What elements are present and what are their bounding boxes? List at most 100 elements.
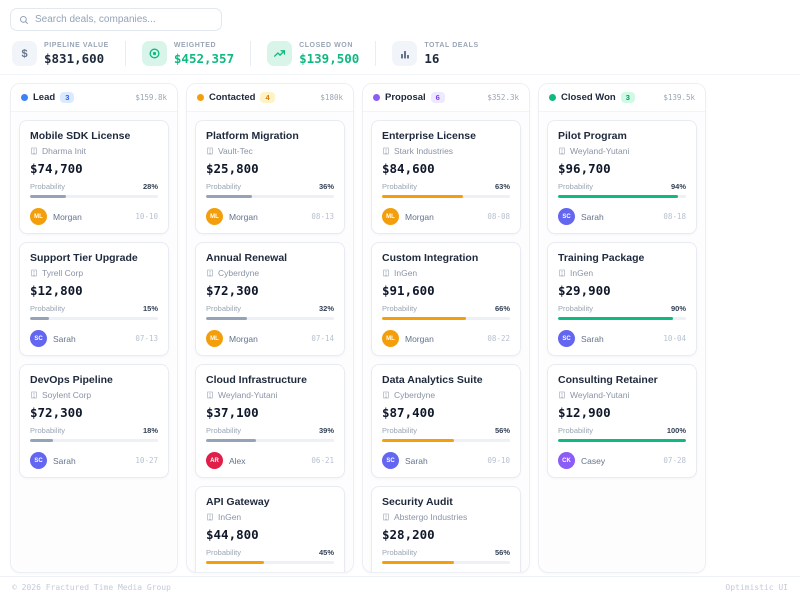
pipeline-column: Contacted 4 $180k Platform Migration Vau… [186, 83, 354, 573]
column-header: Closed Won 3 $139.5k [539, 84, 705, 112]
deal-card[interactable]: Platform Migration Vault-Tec $25,800 Pro… [195, 120, 345, 234]
card-footer: SC Sarah 10-27 [30, 452, 158, 469]
probability-percent: 66% [495, 304, 510, 313]
deal-company: Weyland-Yutani [218, 390, 277, 400]
deal-title: Security Audit [382, 496, 510, 508]
card-footer: SC Sarah 10-04 [558, 330, 686, 347]
pipeline-column: Lead 3 $159.8k Mobile SDK License Dharma… [10, 83, 178, 573]
deal-card[interactable]: Enterprise License Stark Industries $84,… [371, 120, 521, 234]
deal-title: Platform Migration [206, 130, 334, 142]
probability-row: Probability 56% [382, 548, 510, 557]
probability-bar-fill [382, 317, 466, 320]
deal-amount: $12,800 [30, 283, 158, 298]
card-footer: ML Morgan 08-13 [206, 208, 334, 225]
deal-card[interactable]: API Gateway InGen $44,800 Probability 45… [195, 486, 345, 572]
deal-amount: $91,600 [382, 283, 510, 298]
probability-bar-track [206, 439, 334, 442]
probability-bar-track [206, 195, 334, 198]
deal-title: Enterprise License [382, 130, 510, 142]
stat-label: CLOSED WON [299, 42, 359, 49]
search-input[interactable] [35, 14, 213, 25]
probability-bar-track [206, 561, 334, 564]
deal-title: API Gateway [206, 496, 334, 508]
building-icon [382, 391, 390, 399]
probability-percent: 56% [495, 426, 510, 435]
search-box[interactable] [10, 8, 222, 31]
deal-amount: $84,600 [382, 161, 510, 176]
target-icon [142, 41, 167, 66]
building-icon [382, 513, 390, 521]
trend-up-icon [267, 41, 292, 66]
avatar: ML [382, 208, 399, 225]
probability-label: Probability [382, 426, 417, 435]
deal-amount: $12,900 [558, 405, 686, 420]
avatar: CK [558, 452, 575, 469]
topbar [0, 0, 800, 35]
column-total: $180k [320, 93, 343, 102]
deal-owner: Sarah [405, 456, 428, 466]
deal-title: Annual Renewal [206, 252, 334, 264]
deal-card[interactable]: Consulting Retainer Weyland-Yutani $12,9… [547, 364, 697, 478]
probability-bar-fill [206, 561, 264, 564]
avatar: ML [382, 330, 399, 347]
card-footer: ML Morgan 07-14 [206, 330, 334, 347]
deal-card[interactable]: Security Audit Abstergo Industries $28,2… [371, 486, 521, 572]
deal-card[interactable]: DevOps Pipeline Soylent Corp $72,300 Pro… [19, 364, 169, 478]
pipeline-column: Closed Won 3 $139.5k Pilot Program Weyla… [538, 83, 706, 573]
deal-card[interactable]: Custom Integration InGen $91,600 Probabi… [371, 242, 521, 356]
deal-card[interactable]: Mobile SDK License Dharma Init $74,700 P… [19, 120, 169, 234]
avatar: SC [30, 330, 47, 347]
probability-percent: 15% [143, 304, 158, 313]
deal-company: Cyberdyne [394, 390, 435, 400]
deal-amount: $72,300 [30, 405, 158, 420]
probability-label: Probability [30, 304, 65, 313]
deal-title: Support Tier Upgrade [30, 252, 158, 264]
probability-label: Probability [558, 426, 593, 435]
deal-date: 06-21 [311, 456, 334, 465]
deal-title: Data Analytics Suite [382, 374, 510, 386]
deal-card[interactable]: Support Tier Upgrade Tyrell Corp $12,800… [19, 242, 169, 356]
building-icon [558, 269, 566, 277]
column-status-dot [197, 94, 204, 101]
column-count-badge: 3 [60, 92, 74, 103]
probability-percent: 100% [667, 426, 686, 435]
building-icon [206, 269, 214, 277]
deal-amount: $72,300 [206, 283, 334, 298]
probability-label: Probability [30, 426, 65, 435]
probability-bar-fill [558, 439, 686, 442]
probability-bar-fill [382, 561, 454, 564]
deal-card[interactable]: Training Package InGen $29,900 Probabili… [547, 242, 697, 356]
card-footer: CK Casey 07-28 [558, 452, 686, 469]
deal-amount: $74,700 [30, 161, 158, 176]
probability-label: Probability [30, 182, 65, 191]
stats-bar: $ PIPELINE VALUE $831,600 WEIGHTED $452,… [0, 35, 800, 75]
probability-percent: 28% [143, 182, 158, 191]
probability-percent: 36% [319, 182, 334, 191]
company-row: InGen [382, 268, 510, 278]
avatar: AR [206, 452, 223, 469]
column-title: Closed Won [561, 92, 616, 103]
deal-amount: $44,800 [206, 527, 334, 542]
deal-card[interactable]: Cloud Infrastructure Weyland-Yutani $37,… [195, 364, 345, 478]
deal-card[interactable]: Pilot Program Weyland-Yutani $96,700 Pro… [547, 120, 697, 234]
column-count-badge: 6 [431, 92, 445, 103]
probability-bar-fill [30, 195, 66, 198]
company-row: Weyland-Yutani [206, 390, 334, 400]
deal-date: 10-04 [663, 334, 686, 343]
building-icon [206, 147, 214, 155]
deal-owner: Morgan [405, 212, 434, 222]
deal-card[interactable]: Data Analytics Suite Cyberdyne $87,400 P… [371, 364, 521, 478]
deal-company: Dharma Init [42, 146, 86, 156]
column-status-dot [21, 94, 28, 101]
company-row: Abstergo Industries [382, 512, 510, 522]
building-icon [558, 147, 566, 155]
deal-date: 07-13 [135, 334, 158, 343]
probability-bar-track [30, 195, 158, 198]
probability-row: Probability 56% [382, 426, 510, 435]
deal-company: InGen [570, 268, 593, 278]
board: Lead 3 $159.8k Mobile SDK License Dharma… [0, 75, 800, 573]
probability-row: Probability 45% [206, 548, 334, 557]
deal-card[interactable]: Annual Renewal Cyberdyne $72,300 Probabi… [195, 242, 345, 356]
stat-value: $452,357 [174, 51, 234, 66]
probability-row: Probability 94% [558, 182, 686, 191]
